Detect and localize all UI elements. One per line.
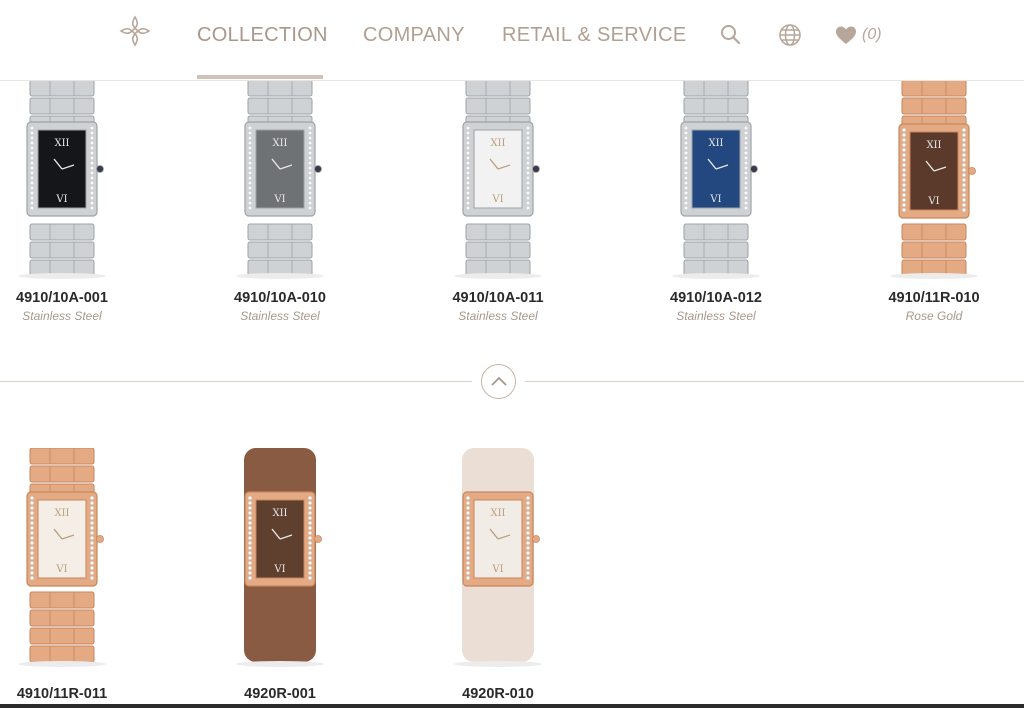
svg-text:VI: VI — [55, 194, 67, 205]
watch-image: XII VI — [18, 448, 106, 667]
product-reference: 4910/10A-001 — [16, 290, 108, 306]
svg-text:VI: VI — [927, 196, 939, 207]
nav-retail-service[interactable]: RETAIL & SERVICE — [502, 24, 687, 47]
product-reference: 4910/10A-012 — [670, 290, 762, 306]
product-reference: 4910/10A-010 — [234, 290, 326, 306]
product-tile[interactable]: XII VI 4910/10A-011 Stainless Steel — [428, 80, 568, 323]
heart-icon[interactable] — [834, 23, 858, 47]
svg-text:VI: VI — [273, 564, 285, 575]
product-tile[interactable]: XII VI 4910/11R-011 — [0, 448, 132, 702]
brand-cross-logo[interactable] — [118, 14, 152, 48]
window-bottom-edge — [0, 704, 1024, 708]
nav-collection[interactable]: COLLECTION — [197, 24, 328, 47]
section-divider — [0, 381, 472, 382]
svg-text:XII: XII — [490, 138, 505, 149]
brand-cross-icon — [119, 15, 151, 47]
svg-text:XII: XII — [708, 138, 723, 149]
favorites-count: (0) — [862, 26, 882, 43]
product-reference: 4920R-010 — [462, 686, 534, 702]
svg-text:XII: XII — [272, 138, 287, 149]
collapse-button[interactable] — [481, 364, 516, 399]
product-material: Stainless Steel — [458, 309, 538, 323]
svg-text:XII: XII — [926, 140, 941, 151]
watch-image: XII VI — [18, 80, 106, 279]
product-tile[interactable]: XII VI 4910/10A-012 Stainless Steel — [646, 80, 786, 323]
svg-text:VI: VI — [491, 564, 503, 575]
product-reference: 4910/10A-011 — [452, 290, 544, 306]
active-tab-underline — [197, 75, 323, 79]
svg-text:VI: VI — [55, 564, 67, 575]
nav-company[interactable]: COMPANY — [363, 24, 465, 47]
product-tile[interactable]: XII VI 4910/10A-010 Stainless Steel — [210, 80, 350, 323]
product-tile[interactable]: XII VI 4910/11R-010 Rose Gold — [864, 80, 1004, 323]
watch-image: XII VI — [890, 80, 978, 279]
product-reference: 4920R-001 — [244, 686, 316, 702]
product-material: Rose Gold — [905, 309, 963, 323]
site-header: COLLECTION COMPANY RETAIL & SERVICE (0) — [0, 0, 1024, 81]
svg-text:VI: VI — [709, 194, 721, 205]
product-reference: 4910/11R-011 — [16, 686, 108, 702]
globe-icon[interactable] — [778, 23, 802, 47]
svg-text:XII: XII — [54, 138, 69, 149]
product-tile[interactable]: XII VI 4910/10A-001 Stainless Steel — [0, 80, 132, 323]
search-icon[interactable] — [719, 23, 743, 47]
watch-image: XII VI — [236, 80, 324, 279]
svg-text:VI: VI — [491, 194, 503, 205]
svg-text:XII: XII — [490, 508, 505, 519]
watch-image: XII VI — [454, 448, 542, 667]
chevron-up-icon — [491, 376, 507, 386]
svg-text:XII: XII — [272, 508, 287, 519]
watch-image: XII VI — [672, 80, 760, 279]
product-material: Stainless Steel — [22, 309, 102, 323]
watch-image: XII VI — [454, 80, 542, 279]
section-divider — [525, 381, 1024, 382]
svg-text:XII: XII — [54, 508, 69, 519]
product-tile[interactable]: XII VI 4920R-010 — [428, 448, 568, 702]
product-tile[interactable]: XII VI 4920R-001 — [210, 448, 350, 702]
watch-image: XII VI — [236, 448, 324, 667]
product-reference: 4910/11R-010 — [888, 290, 980, 306]
product-material: Stainless Steel — [676, 309, 756, 323]
product-material: Stainless Steel — [240, 309, 320, 323]
svg-text:VI: VI — [273, 194, 285, 205]
